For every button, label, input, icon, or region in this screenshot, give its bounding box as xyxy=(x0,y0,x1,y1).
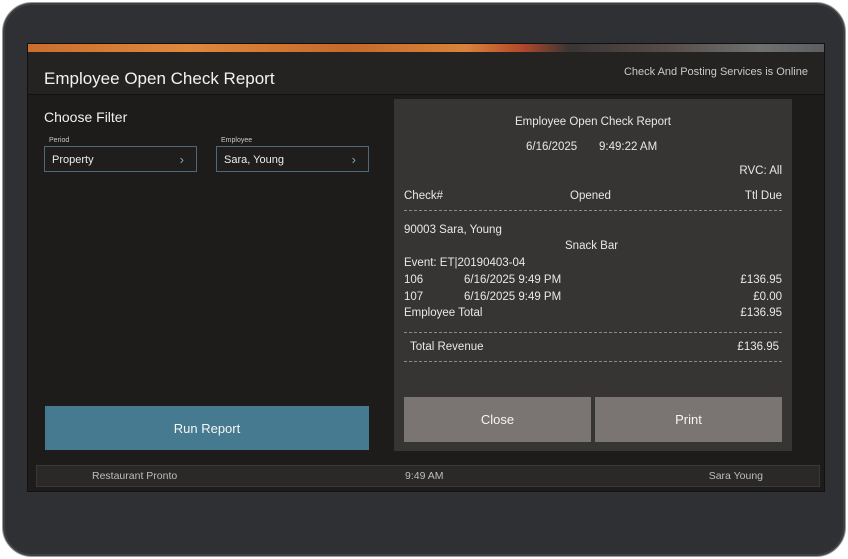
check-due: £0.00 xyxy=(753,291,782,303)
report-date: 6/16/2025 xyxy=(526,141,578,153)
event-line: Event: ET|20190403-04 xyxy=(404,257,526,269)
column-due: Ttl Due xyxy=(744,190,782,202)
run-report-button[interactable]: Run Report xyxy=(45,406,369,450)
check-opened: 6/16/2025 9:49 PM xyxy=(464,291,562,303)
status-bar: Restaurant Pronto 9:49 AM Sara Young xyxy=(36,465,820,487)
restaurant-name: Restaurant Pronto xyxy=(92,470,178,482)
decorative-banner xyxy=(28,44,824,52)
chevron-right-icon: › xyxy=(179,152,184,167)
total-revenue-value: £136.95 xyxy=(737,341,779,353)
employee-label: Employee xyxy=(221,137,253,144)
check-opened: 6/16/2025 9:49 PM xyxy=(464,274,562,286)
clock: 9:49 AM xyxy=(405,470,444,482)
report-time: 9:49:22 AM xyxy=(599,141,658,153)
report-title: Employee Open Check Report xyxy=(515,116,671,128)
print-button[interactable]: Print xyxy=(595,397,782,442)
period-label: Period xyxy=(49,137,70,144)
divider xyxy=(404,361,782,362)
column-check: Check# xyxy=(404,190,443,202)
employee-total-label: Employee Total xyxy=(404,307,483,319)
location-line: Snack Bar xyxy=(565,240,619,252)
total-revenue-label: Total Revenue xyxy=(410,341,484,353)
filter-panel: Choose Filter Period Property › Employee… xyxy=(28,95,390,456)
column-opened: Opened xyxy=(570,190,611,202)
check-due: £136.95 xyxy=(740,274,782,286)
pos-screen: Employee Open Check Report Check And Pos… xyxy=(27,43,825,492)
logged-in-user: Sara Young xyxy=(708,470,763,482)
header-bar: Employee Open Check Report Check And Pos… xyxy=(28,52,824,95)
period-value: Property xyxy=(52,154,94,166)
report-panel: Employee Open Check Report 6/16/2025 9:4… xyxy=(394,99,792,451)
divider xyxy=(404,210,782,211)
employee-selector[interactable]: Sara, Young › xyxy=(216,146,369,172)
filter-title: Choose Filter xyxy=(44,109,128,125)
rvc-label: RVC: All xyxy=(739,165,782,177)
employee-value: Sara, Young xyxy=(224,154,284,166)
employee-line: 90003 Sara, Young xyxy=(404,224,502,236)
service-status: Check And Posting Services is Online xyxy=(623,66,808,78)
check-number: 106 xyxy=(404,274,424,286)
period-selector[interactable]: Property › xyxy=(44,146,197,172)
divider xyxy=(404,332,782,333)
chevron-right-icon: › xyxy=(351,152,356,167)
employee-total-value: £136.95 xyxy=(740,307,782,319)
check-number: 107 xyxy=(404,291,424,303)
page-title: Employee Open Check Report xyxy=(44,69,275,88)
tablet-frame: Employee Open Check Report Check And Pos… xyxy=(2,2,846,557)
close-button[interactable]: Close xyxy=(404,397,591,442)
